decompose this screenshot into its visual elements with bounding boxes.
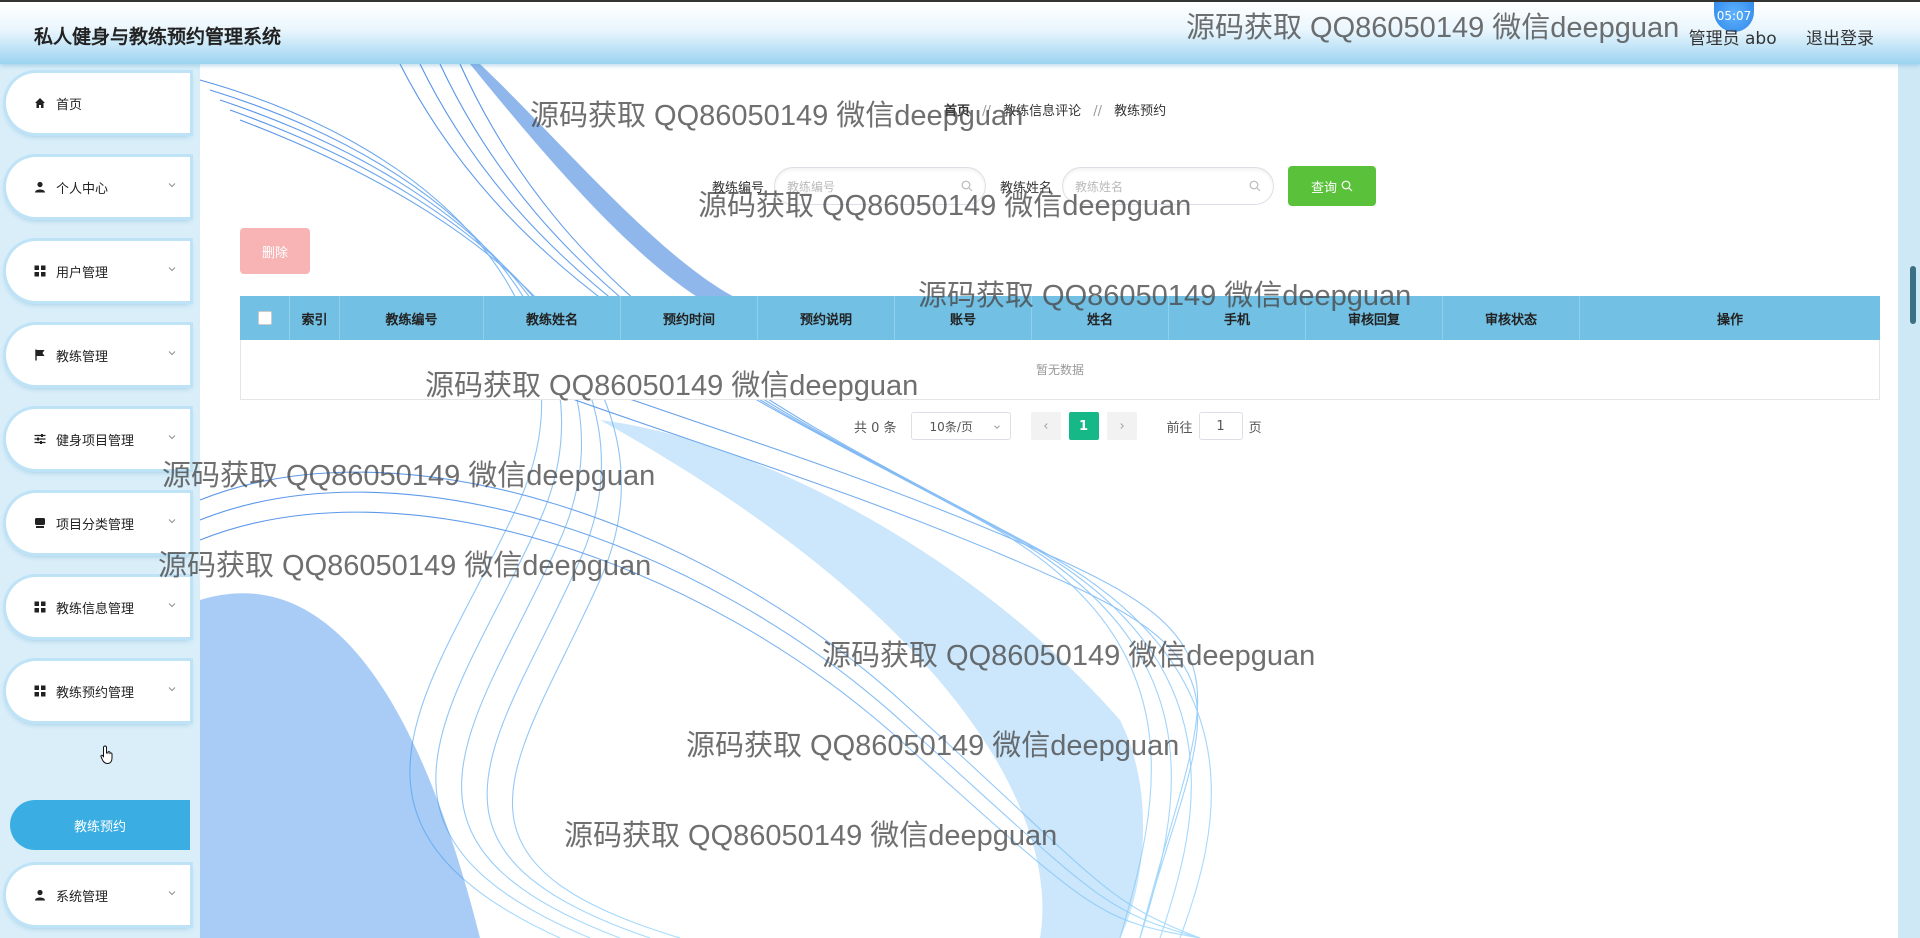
column-header: 操作 — [1716, 312, 1743, 328]
app-title: 私人健身与教练预约管理系统 — [34, 26, 282, 48]
chevron-right-icon — [1119, 423, 1124, 429]
hand-cursor-icon — [100, 745, 113, 765]
chevron-left-icon — [1043, 423, 1048, 429]
sliders-icon — [32, 431, 48, 447]
goto-page: 前往 1 页 — [1167, 412, 1262, 440]
column-header: 教练编号 — [340, 296, 484, 340]
watermark: 源码获取 QQ86050149 微信deepguan — [822, 640, 1316, 672]
sidebar-item-coach-booking[interactable]: 教练预约管理 — [6, 661, 190, 721]
sidebar-item-label: 系统管理 — [56, 889, 109, 905]
sidebar-item-label: 首页 — [56, 97, 83, 113]
watermark: 源码获取 QQ86050149 微信deepguan — [530, 100, 1024, 132]
chevron-down-icon — [168, 267, 176, 272]
next-page-button[interactable] — [1106, 412, 1137, 440]
sidebar-item-system[interactable]: 系统管理 — [6, 865, 190, 925]
goto-prefix: 前往 — [1166, 420, 1193, 436]
goto-suffix: 页 — [1248, 420, 1262, 436]
watermark: 源码获取 QQ86050149 微信deepguan — [686, 730, 1180, 762]
sidebar-item-coaches[interactable]: 教练管理 — [6, 325, 190, 385]
sidebar-item-label: 教练预约管理 — [56, 685, 135, 701]
column-header: 教练姓名 — [484, 296, 621, 340]
chevron-down-icon — [168, 435, 176, 440]
sidebar-item-label: 教练信息管理 — [56, 601, 135, 617]
column-header: 审核状态 — [1443, 296, 1580, 340]
watermark: 源码获取 QQ86050149 微信deepguan — [1186, 12, 1680, 44]
watermark: 源码获取 QQ86050149 微信deepguan — [564, 820, 1058, 852]
home-icon — [32, 95, 48, 111]
page-number-button[interactable]: 1 — [1068, 412, 1099, 440]
sidebar-item-users[interactable]: 用户管理 — [6, 241, 190, 301]
delete-button[interactable]: 删除 — [240, 228, 310, 274]
box-icon — [32, 515, 48, 531]
total-count: 共 0 条 — [854, 420, 897, 436]
scrollbar-thumb[interactable] — [1910, 266, 1916, 324]
sidebar-item-label: 个人中心 — [56, 181, 109, 197]
user-area: 管理员 abo 退出登录 — [1665, 24, 1874, 49]
sidebar-item-label: 项目分类管理 — [56, 517, 135, 533]
user-icon — [32, 887, 48, 903]
sidebar-item-coach-info[interactable]: 教练信息管理 — [6, 577, 190, 637]
sidebar-item-home[interactable]: 首页 — [6, 73, 190, 133]
chevron-down-icon — [168, 603, 176, 608]
search-icon — [1249, 180, 1261, 192]
goto-page-input[interactable]: 1 — [1198, 412, 1243, 440]
breadcrumb-separator: // — [1093, 104, 1102, 119]
grid-icon — [32, 683, 48, 699]
user-icon — [32, 179, 48, 195]
prev-page-button[interactable] — [1030, 412, 1061, 440]
sidebar-item-label: 教练管理 — [56, 349, 109, 365]
chevron-down-icon — [168, 519, 176, 524]
chevron-down-icon — [168, 687, 176, 692]
watermark: 源码获取 QQ86050149 微信deepguan — [158, 550, 652, 582]
breadcrumb-current: 教练预约 — [1114, 104, 1167, 119]
watermark: 源码获取 QQ86050149 微信deepguan — [162, 460, 656, 492]
page-size-value: 10条/页 — [929, 419, 973, 434]
select-all-checkbox[interactable] — [257, 311, 272, 325]
chevron-down-icon — [168, 351, 176, 356]
page-size-select[interactable]: 10条/页 — [910, 412, 1011, 440]
column-header: 索引 — [290, 296, 340, 340]
column-header: 预约说明 — [758, 296, 895, 340]
sidebar: 首页 个人中心 用户管理 教练管理 健身项目管理 项目分类管理 教练信息管理 教… — [0, 64, 200, 938]
right-edge-strip — [1898, 64, 1920, 938]
query-button[interactable]: 查询 — [1288, 166, 1377, 206]
column-header: 预约时间 — [621, 296, 758, 340]
watermark: 源码获取 QQ86050149 微信deepguan — [918, 280, 1412, 312]
logout-link[interactable]: 退出登录 — [1806, 29, 1874, 49]
empty-text: 暂无数据 — [1035, 363, 1084, 377]
pagination: 共 0 条 10条/页 1 前往 1 页 — [854, 412, 1262, 440]
current-user: 管理员 abo — [1688, 29, 1777, 49]
watermark: 源码获取 QQ86050149 微信deepguan — [425, 370, 919, 402]
chevron-down-icon — [993, 425, 1000, 429]
chevron-down-icon — [168, 891, 176, 896]
grid-icon — [32, 599, 48, 615]
sidebar-item-label: 健身项目管理 — [56, 433, 135, 449]
sidebar-item-label: 用户管理 — [56, 265, 109, 281]
chevron-down-icon — [168, 183, 176, 188]
sidebar-subitem-coach-booking[interactable]: 教练预约 — [10, 800, 190, 850]
search-icon — [1341, 180, 1353, 192]
query-button-label: 查询 — [1311, 180, 1338, 196]
sidebar-item-profile[interactable]: 个人中心 — [6, 157, 190, 217]
grid-icon — [32, 263, 48, 279]
select-all-cell — [240, 296, 290, 340]
flag-icon — [32, 347, 48, 363]
watermark: 源码获取 QQ86050149 微信deepguan — [698, 190, 1192, 222]
